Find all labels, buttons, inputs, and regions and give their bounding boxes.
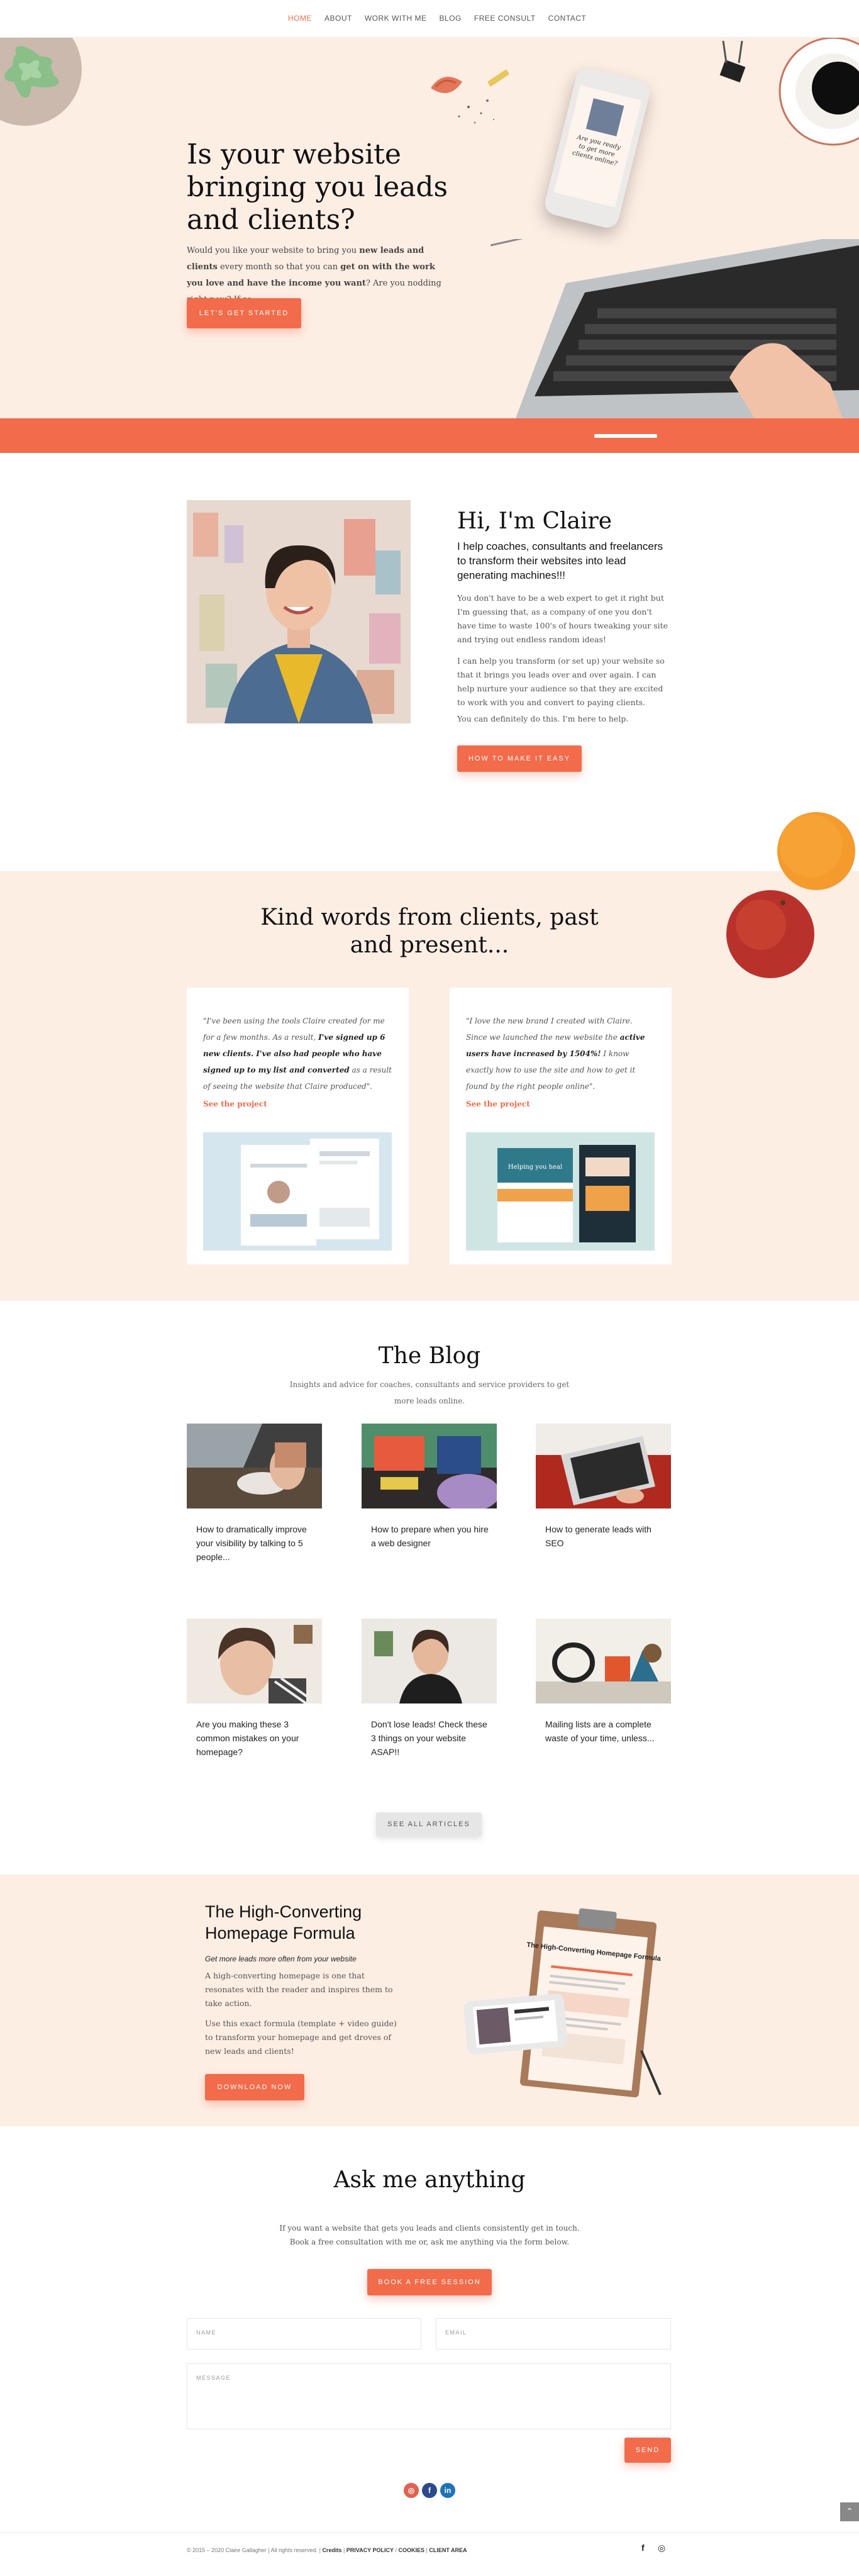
about-paragraph-2: I can help you transform (or set up) you… — [457, 656, 665, 707]
contact-text-line: If you want a website that gets you lead… — [279, 2224, 580, 2233]
contact-text: If you want a website that gets you lead… — [272, 2221, 587, 2249]
formula-title: The High-Converting Homepage Formula — [205, 1902, 362, 1943]
footer-copyright: © 2015 – 2020 Claire Gallagher | All rig… — [187, 2547, 467, 2553]
fruit-image — [726, 812, 855, 978]
nav-menu: HOME ABOUT WORK WITH ME BLOG FREE CONSUL… — [288, 14, 586, 23]
lets-get-started-button[interactable]: LET'S GET STARTED — [187, 298, 301, 328]
footer-link-privacy-policy[interactable]: PRIVACY POLICY — [346, 2547, 394, 2553]
project-mockup-image — [203, 1132, 392, 1251]
blog-post-title[interactable]: How to dramatically improve your visibil… — [196, 1522, 316, 1564]
phone-image: Are you ready to get more clients online… — [542, 65, 653, 230]
see-the-project-link[interactable]: See the project — [466, 1100, 530, 1108]
contact-title: Ask me anything — [333, 2167, 526, 2193]
blog-post-title[interactable]: Mailing lists are a complete waste of yo… — [545, 1717, 665, 1745]
blog-subtitle: Insights and advice for coaches, consult… — [289, 1380, 570, 1405]
nav-item-home[interactable]: HOME — [288, 14, 312, 23]
email-field[interactable]: EMAIL — [436, 2318, 671, 2350]
facebook-icon[interactable]: f — [422, 2483, 437, 2498]
testimonial-card: "I've been using the tools Claire create… — [187, 988, 409, 1264]
testimonial-card: "I love the new brand I created with Cla… — [450, 988, 672, 1264]
nav-item-about[interactable]: ABOUT — [324, 14, 352, 23]
formula-tagline: Get more leads more often from your webs… — [205, 1954, 357, 1963]
nav-item-work-with-me[interactable]: WORK WITH ME — [365, 14, 427, 23]
blog-post-image[interactable] — [187, 1424, 322, 1508]
nav-item-blog[interactable]: BLOG — [440, 14, 462, 23]
download-now-button[interactable]: DOWNLOAD NOW — [205, 2074, 304, 2100]
phone-screen-text: Are you ready to get more clients online… — [571, 133, 621, 168]
hero-accent-band — [0, 418, 859, 453]
claire-portrait-image — [187, 500, 411, 723]
hero-text-part: Would you like your website to bring you — [187, 246, 360, 255]
instagram-icon[interactable]: ◎ — [404, 2483, 419, 2498]
about-paragraph-3: You can definitely do this. I'm here to … — [457, 714, 629, 723]
hero-text-part: every month so that you can — [217, 262, 341, 272]
how-to-make-it-easy-button[interactable]: HOW TO MAKE IT EASY — [457, 745, 582, 772]
contact-text-line: Book a free consultation with me or, ask… — [289, 2238, 570, 2246]
linkedin-icon[interactable]: in — [440, 2483, 455, 2498]
footer-link-client-area[interactable]: CLIENT AREA — [429, 2547, 467, 2553]
message-field[interactable]: MESSAGE — [187, 2363, 671, 2429]
testimonial-quote: "I love the new brand I created with Cla… — [466, 1013, 655, 1095]
blog-post-title[interactable]: Don't lose leads! Check these 3 things o… — [371, 1717, 490, 1759]
back-to-top-button[interactable]: ⌃ — [840, 2502, 859, 2521]
send-button[interactable]: SEND — [624, 2438, 671, 2463]
see-all-articles-button[interactable]: SEE ALL ARTICLES — [376, 1812, 482, 1836]
pencil-shavings-image — [431, 69, 509, 124]
hero-title: Is your website bringing you leads and c… — [187, 138, 448, 236]
facebook-footer-icon[interactable]: f — [641, 2543, 645, 2553]
quote-text: "I love the new brand I created with Cla… — [466, 1017, 633, 1042]
about-subtitle: I help coaches, consultants and freelanc… — [457, 540, 663, 581]
coffee-cup-image — [779, 38, 859, 146]
blog-post-title[interactable]: Are you making these 3 common mistakes o… — [196, 1717, 316, 1759]
testimonials-title: Kind words from clients, past and presen… — [260, 905, 599, 958]
mockup-title: Helping you heal — [508, 1164, 562, 1171]
nav-item-contact[interactable]: CONTACT — [548, 14, 587, 23]
see-the-project-link[interactable]: See the project — [203, 1100, 267, 1108]
about-paragraph-1: You don't have to be a web expert to get… — [457, 593, 668, 644]
blog-title: The Blog — [378, 1343, 481, 1369]
footer-link-cookies[interactable]: COOKIES — [399, 2547, 425, 2553]
laptop-image — [490, 239, 859, 418]
binder-clip-image — [719, 40, 746, 83]
name-field[interactable]: NAME — [187, 2318, 421, 2350]
formula-clipboard-image: The High-Converting Homepage Formula — [463, 1908, 662, 2098]
footer-link-credits[interactable]: Credits — [322, 2547, 341, 2553]
succulent-plant-image — [0, 38, 82, 126]
nav-item-free-consult[interactable]: FREE CONSULT — [474, 14, 536, 23]
hero-section: Are you ready to get more clients online… — [0, 38, 859, 418]
about-title: Hi, I'm Claire — [457, 508, 612, 534]
top-navigation: HOME ABOUT WORK WITH ME BLOG FREE CONSUL… — [0, 0, 859, 38]
testimonial-quote: "I've been using the tools Claire create… — [203, 1013, 392, 1095]
blog-post-image[interactable] — [362, 1619, 497, 1703]
blog-post-title[interactable]: How to prepare when you hire a web desig… — [371, 1522, 490, 1550]
formula-paragraph-2: Use this exact formula (template + video… — [205, 2019, 397, 2056]
blog-post-title[interactable]: How to generate leads with SEO — [545, 1522, 665, 1550]
book-a-free-session-button[interactable]: BOOK A FREE SESSION — [367, 2269, 492, 2295]
project-mockup-image: Helping you heal — [466, 1132, 655, 1251]
instagram-footer-icon[interactable]: ◎ — [658, 2543, 665, 2553]
blog-post-image[interactable] — [187, 1619, 322, 1703]
blog-post-image[interactable] — [536, 1424, 671, 1508]
blog-post-image[interactable] — [362, 1424, 497, 1508]
footer-divider — [0, 2532, 859, 2533]
hero-decorative-bar — [594, 434, 657, 438]
copyright-text: © 2015 – 2020 Claire Gallagher | All rig… — [187, 2547, 321, 2553]
blog-post-image[interactable] — [536, 1619, 671, 1703]
formula-paragraph-1: A high-converting homepage is one that r… — [205, 1971, 393, 2008]
